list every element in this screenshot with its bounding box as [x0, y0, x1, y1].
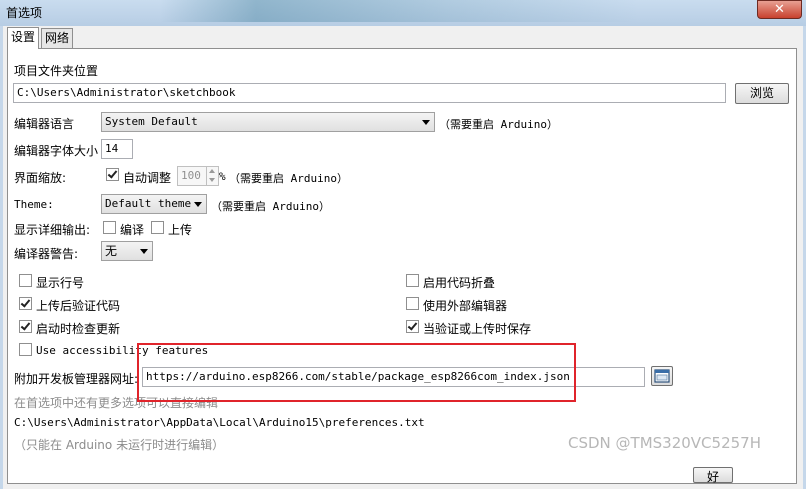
chevron-down-icon	[140, 249, 148, 254]
verbose-compile-label: 编译	[120, 223, 145, 237]
window-icon	[654, 369, 670, 383]
titlebar-decoration	[160, 0, 640, 22]
csdn-watermark: CSDN @TMS320VC5257H	[568, 434, 761, 452]
tab-settings[interactable]: 设置	[7, 27, 40, 49]
sketchbook-label: 项目文件夹位置	[14, 64, 99, 78]
verbose-upload-label: 上传	[168, 223, 193, 237]
theme-select[interactable]: Default theme	[101, 194, 207, 214]
sketchbook-path-input[interactable]: C:\Users\Administrator\sketchbook	[13, 83, 726, 103]
accessibility-checkbox[interactable]	[19, 343, 32, 356]
checkmark-icon	[107, 168, 118, 179]
edit-only-when-closed-note: （只能在 Arduino 未运行时进行编辑）	[14, 438, 225, 452]
editor-language-value: System Default	[105, 115, 198, 128]
check-updates-label: 启动时检查更新	[36, 322, 121, 336]
verbose-output-label: 显示详细输出:	[14, 223, 91, 237]
show-line-numbers-label: 显示行号	[36, 276, 85, 290]
browse-button[interactable]: 浏览	[735, 83, 789, 104]
scale-value: 100	[181, 169, 201, 182]
prefs-file-path: C:\Users\Administrator\AppData\Local\Ard…	[14, 416, 425, 429]
edit-urls-button[interactable]	[651, 366, 673, 386]
close-button[interactable]: ✕	[757, 0, 802, 19]
chevron-down-icon	[194, 202, 202, 207]
spinner-down-icon[interactable]	[206, 176, 218, 185]
editor-language-select[interactable]: System Default	[101, 112, 435, 132]
code-folding-checkbox[interactable]	[406, 274, 419, 287]
theme-label: Theme:	[14, 198, 54, 211]
board-manager-label: 附加开发板管理器网址:	[14, 372, 139, 386]
editor-language-label: 编辑器语言	[14, 117, 75, 131]
ok-label: 好	[706, 470, 719, 484]
font-size-label: 编辑器字体大小	[14, 144, 99, 158]
verbose-compile-checkbox[interactable]	[103, 221, 116, 234]
compiler-warnings-value: 无	[105, 244, 118, 258]
compiler-warnings-label: 编译器警告:	[14, 247, 79, 261]
font-size-input[interactable]: 14	[101, 139, 133, 159]
scale-note: （需要重启 Arduino）	[229, 172, 348, 185]
external-editor-checkbox[interactable]	[406, 297, 419, 310]
interface-scale-label: 界面缩放:	[14, 171, 67, 185]
show-line-numbers-checkbox[interactable]	[19, 274, 32, 287]
checkmark-icon	[20, 320, 31, 331]
external-editor-label: 使用外部编辑器	[423, 299, 508, 313]
checkmark-icon	[20, 297, 31, 308]
code-folding-label: 启用代码折叠	[423, 276, 496, 290]
compiler-warnings-select[interactable]: 无	[101, 241, 153, 261]
auto-scale-checkbox[interactable]	[106, 168, 119, 181]
theme-value: Default theme	[105, 197, 192, 210]
checkmark-icon	[407, 320, 418, 331]
verify-after-upload-checkbox[interactable]	[19, 297, 32, 310]
save-on-verify-checkbox[interactable]	[406, 320, 419, 333]
scale-spinner[interactable]: 100	[177, 166, 219, 186]
window-frame: 设置 网络 项目文件夹位置 C:\Users\Administrator\ske…	[0, 26, 806, 489]
theme-note: （需要重启 Arduino）	[211, 200, 330, 213]
verify-after-upload-label: 上传后验证代码	[36, 299, 121, 313]
highlight-box	[137, 343, 576, 402]
auto-scale-label: 自动调整	[123, 171, 172, 185]
save-on-verify-label: 当验证或上传时保存	[423, 322, 532, 336]
spinner-up-icon[interactable]	[206, 167, 218, 176]
chevron-down-icon	[422, 120, 430, 125]
window-title: 首选项	[6, 6, 43, 20]
ok-button[interactable]: 好	[693, 467, 733, 484]
check-updates-checkbox[interactable]	[19, 320, 32, 333]
verbose-upload-checkbox[interactable]	[151, 221, 164, 234]
tab-network[interactable]: 网络	[41, 28, 74, 48]
scale-percent: %	[219, 170, 226, 183]
dialog-body: 设置 网络 项目文件夹位置 C:\Users\Administrator\ske…	[3, 26, 803, 489]
window-titlebar[interactable]: 首选项 ✕	[0, 0, 806, 26]
editor-language-note: （需要重启 Arduino）	[439, 118, 558, 131]
